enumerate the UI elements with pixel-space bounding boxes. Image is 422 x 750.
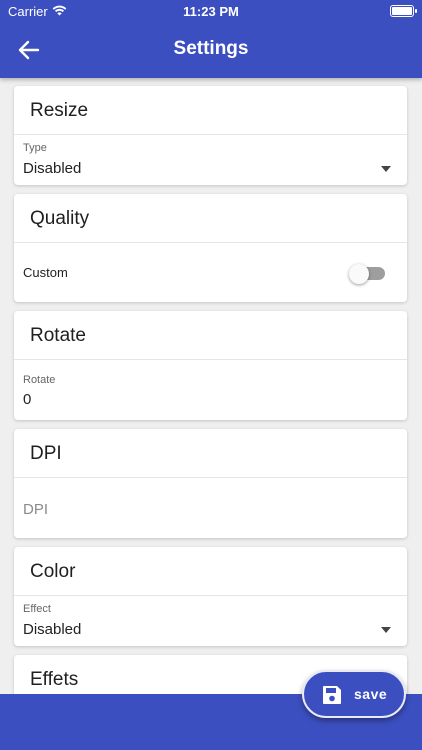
chevron-down-icon [381, 627, 391, 633]
quality-custom-label: Custom [23, 265, 68, 280]
rotate-input-value: 0 [23, 391, 32, 408]
resize-card: Resize Type Disabled [14, 86, 407, 185]
color-effect-select[interactable]: Effect Disabled [14, 597, 407, 646]
quality-custom-toggle[interactable] [349, 263, 385, 284]
toggle-thumb [349, 263, 369, 284]
save-button-label: save [354, 686, 388, 702]
color-effect-label: Effect [23, 603, 51, 615]
color-effect-value: Disabled [23, 621, 82, 638]
page-title: Settings [173, 38, 249, 59]
rotate-input[interactable]: Rotate 0 [14, 361, 407, 420]
chevron-down-icon [381, 166, 391, 172]
quality-title: Quality [14, 194, 407, 243]
battery-icon [390, 5, 417, 17]
resize-type-select[interactable]: Type Disabled [14, 136, 407, 185]
dpi-input[interactable]: DPI [14, 479, 407, 538]
save-button[interactable]: save [302, 670, 406, 718]
rotate-card: Rotate Rotate 0 [14, 311, 407, 420]
app-bar: Carrier 11:23 PM Settings [0, 0, 422, 78]
rotate-title: Rotate [14, 311, 407, 360]
dpi-title: DPI [14, 429, 407, 478]
resize-type-label: Type [23, 142, 47, 154]
color-title: Color [14, 547, 407, 596]
save-icon [323, 686, 341, 704]
resize-title: Resize [14, 86, 407, 135]
dpi-card: DPI DPI [14, 429, 407, 538]
clock: 11:23 PM [183, 4, 239, 19]
status-bar: Carrier 11:23 PM [0, 0, 422, 22]
resize-type-value: Disabled [23, 160, 82, 177]
quality-card: Quality Custom [14, 194, 407, 302]
color-card: Color Effect Disabled [14, 547, 407, 646]
rotate-input-label: Rotate [23, 374, 56, 386]
dpi-input-placeholder: DPI [23, 501, 49, 518]
